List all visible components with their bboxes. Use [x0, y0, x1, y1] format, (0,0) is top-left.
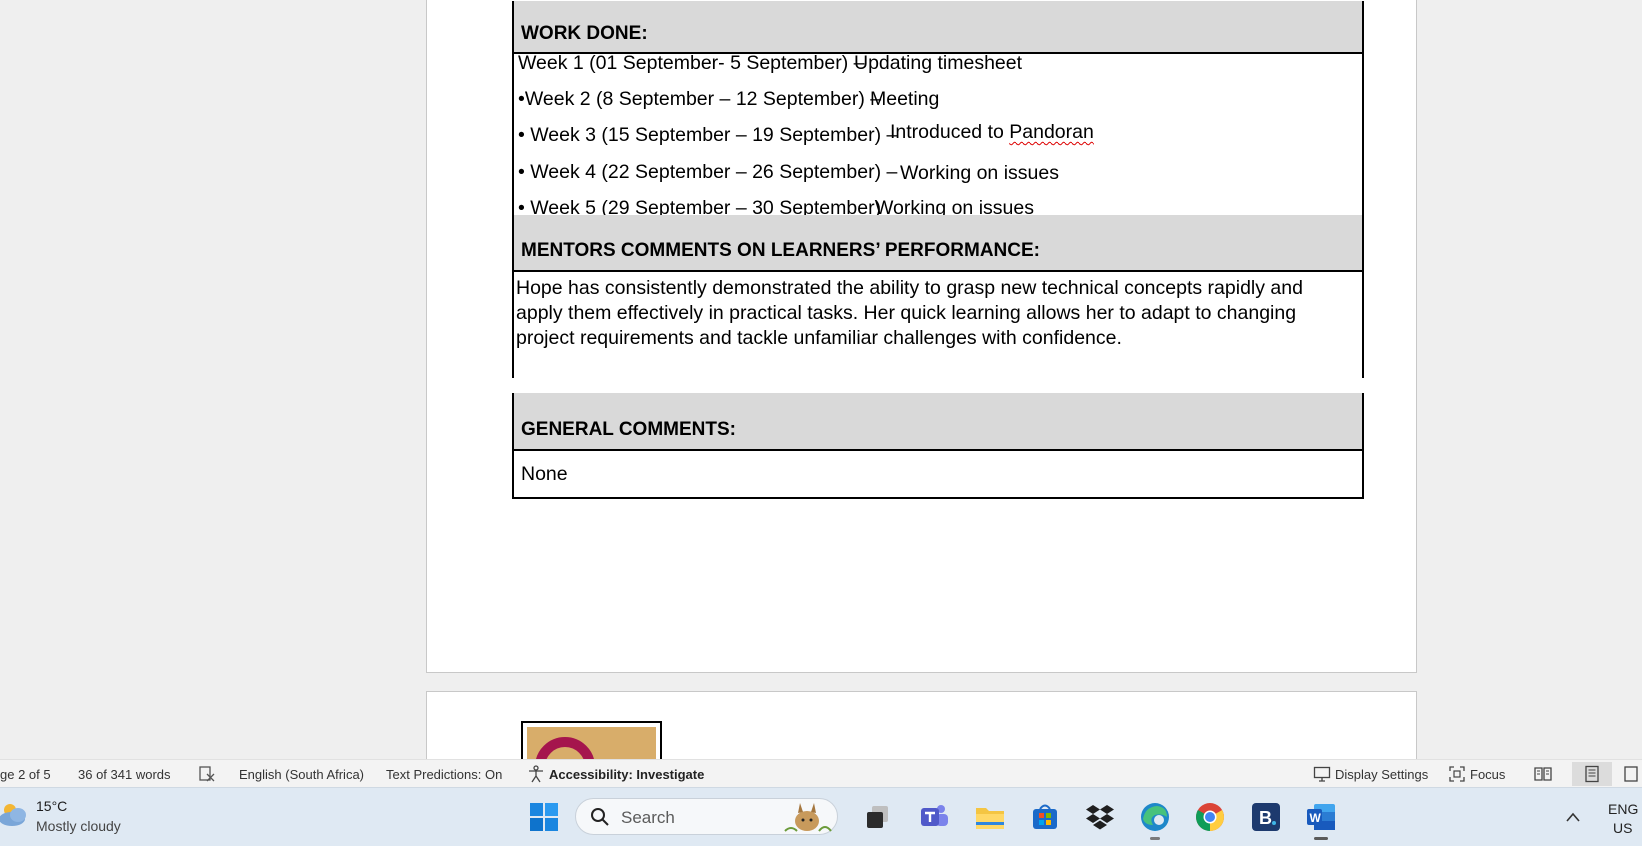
- input-language-region[interactable]: US: [1613, 820, 1632, 836]
- print-layout-icon[interactable]: [1572, 762, 1612, 786]
- search-highlight-lynx-icon: [781, 801, 833, 838]
- file-explorer-icon[interactable]: [973, 800, 1007, 834]
- b-app-icon[interactable]: B: [1249, 800, 1283, 834]
- week-4-label: • Week 4 (22 September – 26 September) –: [518, 161, 898, 183]
- weather-temperature[interactable]: 15°C: [36, 798, 67, 814]
- week-3-task: Introduced to Pandoran: [890, 121, 1094, 144]
- document-page[interactable]: WORK DONE: Week 1 (01 September- 5 Septe…: [426, 0, 1417, 673]
- accessibility-icon: [527, 765, 545, 786]
- focus-icon: [1448, 765, 1466, 786]
- general-comments-text: None: [521, 463, 568, 485]
- text-predictions-status[interactable]: Text Predictions: On: [386, 767, 502, 782]
- work-done-table: WORK DONE: Week 1 (01 September- 5 Septe…: [512, 1, 1364, 219]
- mentor-comments-heading: MENTORS COMMENTS ON LEARNERS’ PERFORMANC…: [514, 215, 1362, 270]
- read-mode-icon[interactable]: [1523, 762, 1563, 786]
- work-done-body: Week 1 (01 September- 5 September) – Upd…: [514, 52, 1362, 219]
- taskbar-search-box[interactable]: Search: [575, 798, 838, 835]
- page-count[interactable]: ge 2 of 5: [0, 767, 51, 782]
- display-settings-icon: [1313, 765, 1331, 786]
- week-1-label: Week 1 (01 September- 5 September) –: [518, 52, 865, 74]
- spelling-error-word[interactable]: Pandoran: [1009, 121, 1094, 143]
- search-icon: [590, 807, 610, 832]
- word-app-icon[interactable]: W: [1304, 800, 1338, 840]
- svg-text:W: W: [1310, 811, 1322, 825]
- language-indicator[interactable]: English (South Africa): [239, 767, 364, 782]
- proofing-icon[interactable]: [198, 765, 216, 786]
- general-comments-heading: GENERAL COMMENTS:: [514, 393, 1362, 449]
- company-logo: [521, 721, 662, 759]
- week-1-task: Updating timesheet: [854, 52, 1023, 74]
- weather-cloud-icon[interactable]: [0, 800, 30, 835]
- svg-text:B: B: [1259, 808, 1272, 828]
- week-2-label: •Week 2 (8 September – 12 September) –: [518, 88, 882, 110]
- work-done-heading: WORK DONE:: [514, 1, 1362, 52]
- chrome-browser-icon[interactable]: [1193, 800, 1227, 834]
- mentor-comments-table: MENTORS COMMENTS ON LEARNERS’ PERFORMANC…: [512, 215, 1364, 378]
- dropbox-icon[interactable]: [1083, 800, 1117, 834]
- week-3-label: • Week 3 (15 September – 19 September) –: [518, 124, 898, 146]
- web-layout-icon[interactable]: [1618, 762, 1642, 786]
- document-page-next[interactable]: [426, 691, 1417, 759]
- word-count[interactable]: 36 of 341 words: [78, 767, 171, 782]
- input-language-code[interactable]: ENG: [1608, 801, 1638, 817]
- week-4-task: Working on issues: [900, 162, 1059, 184]
- accessibility-status[interactable]: Accessibility: Investigate: [549, 767, 704, 782]
- microsoft-store-icon[interactable]: [1028, 800, 1062, 834]
- week-2-task: Meeting: [870, 88, 940, 110]
- mentor-comments-text: Hope has consistently demonstrated the a…: [516, 277, 1303, 349]
- status-bar: ge 2 of 5 36 of 341 words English (South…: [0, 759, 1642, 787]
- weather-condition[interactable]: Mostly cloudy: [36, 818, 121, 834]
- week-3-task-prefix: Introduced to: [890, 121, 1010, 143]
- display-settings-button[interactable]: Display Settings: [1335, 767, 1428, 782]
- mentor-comments-body: Hope has consistently demonstrated the a…: [514, 270, 1362, 378]
- focus-button[interactable]: Focus: [1470, 767, 1505, 782]
- search-placeholder: Search: [621, 808, 675, 827]
- general-comments-table: GENERAL COMMENTS: None: [512, 393, 1364, 499]
- general-comments-body: None: [514, 449, 1362, 497]
- edge-browser-icon[interactable]: [1138, 800, 1172, 840]
- task-view-icon[interactable]: [861, 800, 895, 834]
- taskbar: 15°C Mostly cloudy Search B W ENG US: [0, 787, 1642, 846]
- teams-icon[interactable]: [917, 800, 951, 834]
- start-button-windows-icon[interactable]: [527, 800, 561, 834]
- show-hidden-icons-chevron-icon[interactable]: [1565, 810, 1581, 828]
- document-canvas[interactable]: WORK DONE: Week 1 (01 September- 5 Septe…: [0, 0, 1642, 759]
